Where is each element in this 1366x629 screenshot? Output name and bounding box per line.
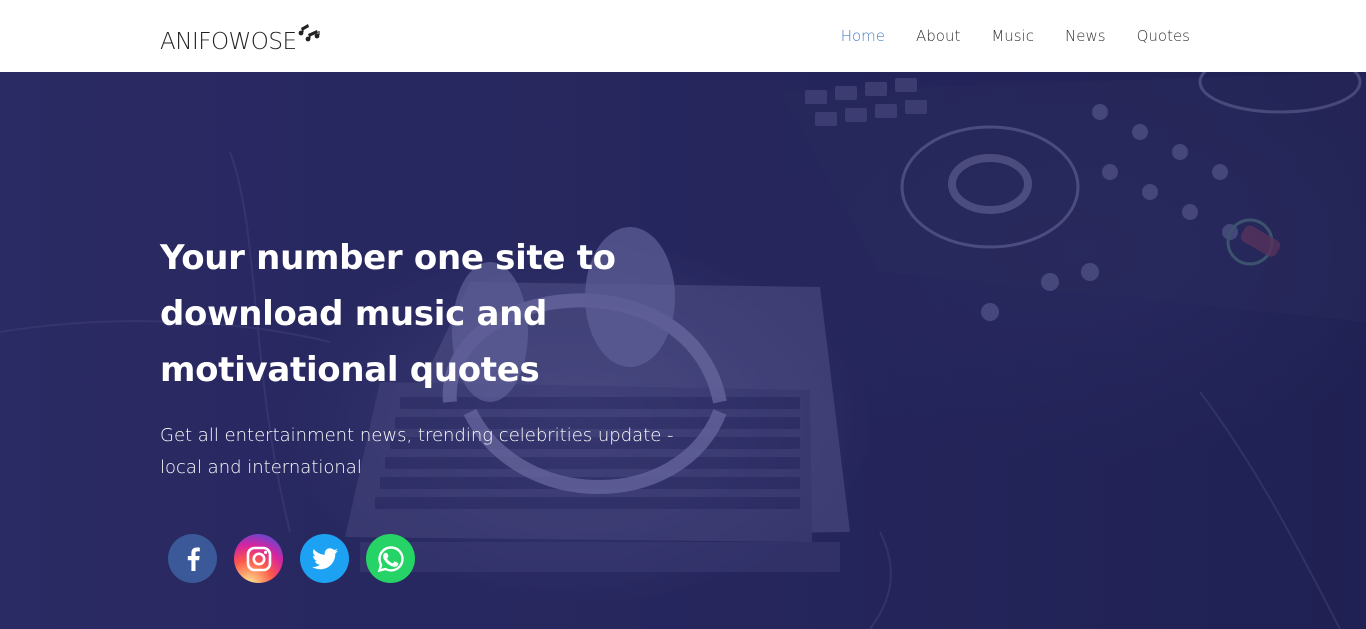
hero-content: Your number one site to download music a… bbox=[160, 230, 720, 484]
nav-quotes[interactable]: Quotes bbox=[1137, 27, 1190, 45]
brand-logo[interactable]: ANIFOWOSE bbox=[160, 22, 320, 58]
social-links bbox=[168, 534, 432, 583]
navbar: ANIFOWOSE Home About Music News Quotes bbox=[0, 0, 1366, 72]
facebook-link[interactable] bbox=[168, 534, 217, 583]
twitter-link[interactable] bbox=[300, 534, 349, 583]
nav-news[interactable]: News bbox=[1065, 27, 1106, 45]
music-notes-icon bbox=[298, 22, 320, 48]
twitter-icon bbox=[311, 547, 338, 570]
whatsapp-icon bbox=[376, 544, 406, 574]
nav-home[interactable]: Home bbox=[841, 27, 885, 45]
hero-section: Your number one site to download music a… bbox=[0, 72, 1366, 629]
hero-subtitle: Get all entertainment news, trending cel… bbox=[160, 425, 674, 478]
hero-title: Your number one site to download music a… bbox=[160, 238, 616, 390]
whatsapp-link[interactable] bbox=[366, 534, 415, 583]
main-nav: Home About Music News Quotes bbox=[810, 0, 1190, 72]
nav-music[interactable]: Music bbox=[991, 27, 1034, 45]
facebook-icon bbox=[183, 547, 203, 571]
brand-name: ANIFOWOSE bbox=[160, 29, 297, 55]
instagram-icon bbox=[245, 545, 273, 573]
instagram-link[interactable] bbox=[234, 534, 283, 583]
nav-about[interactable]: About bbox=[916, 27, 960, 45]
